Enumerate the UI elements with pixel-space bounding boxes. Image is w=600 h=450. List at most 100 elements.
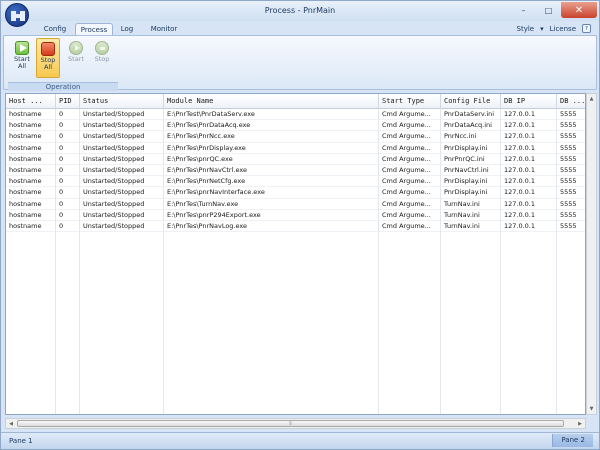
table-cell: Cmd Argume...	[379, 209, 441, 221]
table-cell: Unstarted/Stopped	[80, 153, 164, 165]
app-logo-icon[interactable]	[5, 3, 29, 27]
table-cell: 0	[56, 142, 80, 154]
table-cell: hostname	[6, 198, 56, 210]
table-row[interactable]: hostname 0 Unstarted/Stopped E:\PnrTes\Turn…	[6, 198, 585, 210]
minimize-button[interactable]: –	[511, 2, 536, 18]
column-divider	[556, 109, 557, 414]
stop-all-button[interactable]: Stop All	[36, 38, 60, 78]
table-cell: 127.0.0.1	[501, 164, 557, 177]
table-row[interactable]: hostname 0 Unstarted/Stopped E:\PnrTes\pnrN…	[6, 187, 585, 199]
table-cell: Cmd Argume...	[379, 198, 441, 210]
table-row[interactable]: hostname 0 Unstarted/Stopped E:\PnrTes\pnrP…	[6, 209, 585, 221]
column-header[interactable]: Host ...	[6, 94, 56, 109]
table-row[interactable]: hostname 0 Unstarted/Stopped E:\PnrTes\pnrQ…	[6, 153, 585, 165]
table-cell: E:\PnrTes\PnrNavCtrl.exe	[164, 164, 379, 177]
column-divider	[378, 109, 379, 414]
scroll-down-icon[interactable]: ▼	[587, 404, 596, 414]
start-icon	[69, 41, 83, 55]
style-menu[interactable]: Style	[517, 25, 535, 33]
table-cell: E:\PnrTes\PnrNetCfg.exe	[164, 176, 379, 188]
start-all-button[interactable]: Start All	[10, 38, 34, 78]
table-row[interactable]: hostname 0 Unstarted/Stopped E:\PnrTest\Pnr…	[6, 109, 585, 121]
tab-config[interactable]: Config	[37, 23, 73, 35]
table-cell: 5555	[557, 154, 585, 165]
license-link[interactable]: License	[550, 25, 576, 33]
table-cell: PnrNcc.ini	[441, 131, 501, 143]
table-cell: 127.0.0.1	[501, 109, 557, 121]
grid-header: Host ... PID Status Module Name Start Type Co…	[6, 94, 585, 109]
table-cell: 5555	[557, 176, 585, 188]
table-cell: 5555	[557, 143, 585, 154]
table-cell: Cmd Argume...	[379, 164, 441, 177]
table-row[interactable]: hostname 0 Unstarted/Stopped E:\PnrTes\PnrN…	[6, 131, 585, 143]
table-cell: 0	[56, 187, 80, 199]
maximize-button[interactable]: □	[536, 2, 561, 18]
vertical-scrollbar[interactable]: ▲ ▼	[586, 93, 597, 415]
table-row[interactable]: hostname 0 Unstarted/Stopped E:\PnrTes\PnrN…	[6, 164, 585, 177]
table-cell: 5555	[557, 165, 585, 177]
table-row[interactable]: hostname 0 Unstarted/Stopped E:\PnrTes\PnrD…	[6, 120, 585, 132]
table-cell: 5555	[557, 120, 585, 132]
table-cell: 5555	[557, 109, 585, 121]
tab-monitor[interactable]: Monitor	[145, 23, 183, 35]
table-cell: Cmd Argume...	[379, 187, 441, 199]
table-cell: PnrDataServ.ini	[441, 109, 501, 121]
column-header[interactable]: PID	[56, 94, 80, 109]
table-cell: hostname	[6, 209, 56, 221]
table-row[interactable]: hostname 0 Unstarted/Stopped E:\PnrTes\PnrN…	[6, 220, 585, 233]
table-row[interactable]: hostname 0 Unstarted/Stopped E:\PnrTes\PnrN…	[6, 176, 585, 188]
scroll-right-icon[interactable]: ▶	[575, 419, 585, 428]
scroll-left-icon[interactable]: ◀	[6, 419, 16, 428]
column-divider	[500, 109, 501, 414]
table-cell: E:\PnrTes\PnrDisplay.exe	[164, 142, 379, 154]
table-cell: 0	[56, 131, 80, 143]
status-pane-1: Pane 1	[9, 437, 33, 445]
tab-process[interactable]: Process	[75, 23, 113, 35]
table-cell: 127.0.0.1	[501, 131, 557, 143]
table-cell: Unstarted/Stopped	[80, 131, 164, 143]
table-cell: E:\PnrTes\pnrP294Export.exe	[164, 209, 379, 221]
column-header[interactable]: Config File	[441, 94, 501, 109]
scroll-up-icon[interactable]: ▲	[587, 94, 596, 104]
table-cell: PnrDisplay.ini	[441, 176, 501, 188]
table-cell: 0	[56, 209, 80, 221]
horizontal-scrollbar[interactable]: ◀ ⦀ ▶	[5, 418, 586, 429]
stop-button[interactable]: Stop	[90, 38, 114, 78]
table-cell: E:\PnrTes\PnrNcc.exe	[164, 131, 379, 143]
table-cell: 5555	[557, 187, 585, 199]
chevron-down-icon: ▾	[540, 24, 544, 33]
table-cell: PnrDisplay.ini	[441, 187, 501, 199]
column-divider	[163, 109, 164, 414]
column-header[interactable]: Status	[80, 94, 164, 109]
stop-all-label: Stop All	[40, 56, 56, 71]
table-cell: Unstarted/Stopped	[80, 142, 164, 154]
horizontal-scroll-thumb[interactable]: ⦀	[17, 420, 564, 427]
table-cell: 127.0.0.1	[501, 176, 557, 188]
column-header[interactable]: DB IP	[501, 94, 557, 109]
table-cell: 0	[56, 164, 80, 177]
table-cell: 127.0.0.1	[501, 209, 557, 221]
column-header[interactable]: Module Name	[164, 94, 379, 109]
help-icon[interactable]: ?	[582, 24, 591, 33]
status-bar: Pane 1 Pane 2	[1, 432, 599, 449]
table-cell: 0	[56, 176, 80, 188]
column-header[interactable]: Start Type	[379, 94, 441, 109]
table-cell: E:\PnrTes\PnrNavLog.exe	[164, 220, 379, 233]
table-cell: Cmd Argume...	[379, 120, 441, 132]
tab-log[interactable]: Log	[115, 23, 139, 35]
close-button[interactable]: ✕	[561, 2, 597, 18]
column-header[interactable]: DB ...	[557, 94, 585, 109]
process-grid[interactable]: Host ... PID Status Module Name Start Type Co…	[5, 93, 586, 415]
title-bar[interactable]: Process - PnrMain – □ ✕	[1, 1, 599, 21]
table-cell: hostname	[6, 153, 56, 165]
table-cell: 0	[56, 220, 80, 233]
table-row[interactable]: hostname 0 Unstarted/Stopped E:\PnrTes\PnrD…	[6, 142, 585, 154]
table-cell: Cmd Argume...	[379, 153, 441, 165]
operation-group-label: Operation	[8, 82, 118, 91]
ribbon-panel: Start All Stop All Start Stop Operation	[3, 35, 597, 91]
start-button[interactable]: Start	[64, 38, 88, 78]
table-cell: Cmd Argume...	[379, 109, 441, 121]
table-cell: 127.0.0.1	[501, 220, 557, 233]
table-cell: hostname	[6, 120, 56, 132]
table-cell: 5555	[557, 210, 585, 221]
